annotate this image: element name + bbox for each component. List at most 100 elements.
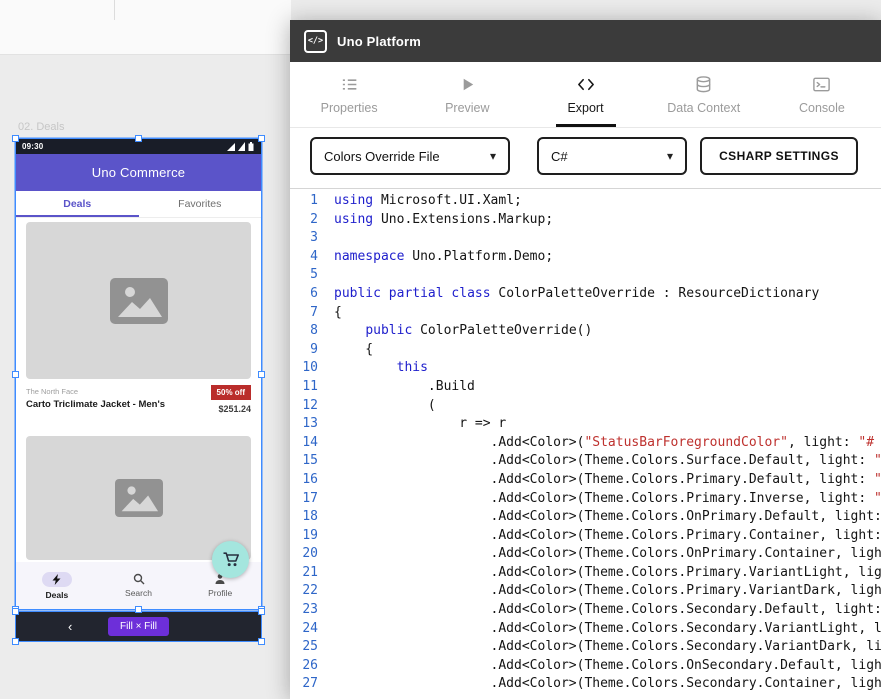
code-line: 25 .Add<Color>(Theme.Colors.Secondary.Va… xyxy=(290,638,881,657)
chevron-down-icon: ▾ xyxy=(667,149,673,163)
play-icon xyxy=(458,75,477,94)
fill-fill-button[interactable]: Fill × Fill xyxy=(108,617,169,636)
app-title: Uno Commerce xyxy=(92,165,185,180)
line-number: 3 xyxy=(290,229,334,248)
code-line: 7{ xyxy=(290,304,881,323)
code-line: 26 .Add<Color>(Theme.Colors.OnSecondary.… xyxy=(290,657,881,676)
code-line: 1using Microsoft.UI.Xaml; xyxy=(290,192,881,211)
line-number: 5 xyxy=(290,266,334,285)
code-line: 2using Uno.Extensions.Markup; xyxy=(290,211,881,230)
selection-handle[interactable] xyxy=(135,135,142,142)
line-number: 17 xyxy=(290,490,334,509)
panel-header: </> Uno Platform xyxy=(290,20,881,62)
tab-properties[interactable]: Properties xyxy=(290,62,408,127)
tab-data-context[interactable]: Data Context xyxy=(645,62,763,127)
cart-fab-button[interactable] xyxy=(212,541,249,578)
selection-handle[interactable] xyxy=(258,608,265,615)
line-number: 7 xyxy=(290,304,334,323)
console-icon xyxy=(812,75,831,94)
selection-handle[interactable] xyxy=(12,638,19,645)
line-number: 18 xyxy=(290,508,334,527)
image-placeholder-icon xyxy=(115,478,163,518)
line-number: 6 xyxy=(290,285,334,304)
tab-console[interactable]: Console xyxy=(763,62,881,127)
artboard-divider xyxy=(114,0,115,20)
line-number: 21 xyxy=(290,564,334,583)
code-line: 8 public ColorPaletteOverride() xyxy=(290,322,881,341)
tab-export[interactable]: Export xyxy=(526,62,644,127)
code-line: 21 .Add<Color>(Theme.Colors.Primary.Vari… xyxy=(290,564,881,583)
line-number: 11 xyxy=(290,378,334,397)
code-line: 10 this xyxy=(290,359,881,378)
active-nav-pill xyxy=(42,572,72,587)
line-number: 15 xyxy=(290,452,334,471)
code-line: 22 .Add<Color>(Theme.Colors.Primary.Vari… xyxy=(290,582,881,601)
code-line: 12 ( xyxy=(290,397,881,416)
code-line: 24 .Add<Color>(Theme.Colors.Secondary.Va… xyxy=(290,620,881,639)
search-icon xyxy=(133,573,145,585)
line-number: 14 xyxy=(290,434,334,453)
discount-badge: 50% off xyxy=(211,385,251,400)
properties-list-icon xyxy=(340,75,359,94)
tab-deals[interactable]: Deals xyxy=(16,191,139,217)
code-line: 17 .Add<Color>(Theme.Colors.Primary.Inve… xyxy=(290,490,881,509)
product-price: $251.24 xyxy=(218,404,251,414)
frame-toolbar: ‹ Fill × Fill xyxy=(16,612,261,641)
nav-item-search[interactable]: Search xyxy=(98,562,180,609)
selection-handle[interactable] xyxy=(258,371,265,378)
selection-handle[interactable] xyxy=(135,606,142,613)
line-number: 8 xyxy=(290,322,334,341)
chevron-down-icon: ▾ xyxy=(490,149,496,163)
code-line: 4namespace Uno.Platform.Demo; xyxy=(290,248,881,267)
selection-handle[interactable] xyxy=(12,608,19,615)
code-line: 23 .Add<Color>(Theme.Colors.Secondary.De… xyxy=(290,601,881,620)
file-type-dropdown[interactable]: Colors Override File ▾ xyxy=(310,137,510,175)
code-logo-icon: </> xyxy=(304,30,327,53)
code-editor[interactable]: 1using Microsoft.UI.Xaml;2using Uno.Exte… xyxy=(290,188,881,699)
tab-preview[interactable]: Preview xyxy=(408,62,526,127)
language-dropdown[interactable]: C# ▾ xyxy=(537,137,687,175)
code-line: 11 .Build xyxy=(290,378,881,397)
status-time: 09:30 xyxy=(22,142,43,151)
selection-handle[interactable] xyxy=(12,135,19,142)
line-number: 10 xyxy=(290,359,334,378)
panel-tab-bar: Properties Preview Export Data Context xyxy=(290,62,881,128)
code-line: 19 .Add<Color>(Theme.Colors.Primary.Cont… xyxy=(290,527,881,546)
product-info[interactable]: The North Face Carto Triclimate Jacket -… xyxy=(26,385,251,431)
code-line: 27 .Add<Color>(Theme.Colors.Secondary.Co… xyxy=(290,675,881,694)
selection-handle[interactable] xyxy=(258,638,265,645)
signal-wifi-battery-icon xyxy=(227,142,255,151)
code-line: 6public partial class ColorPaletteOverri… xyxy=(290,285,881,304)
code-line: 13 r => r xyxy=(290,415,881,434)
line-number: 24 xyxy=(290,620,334,639)
product-image-placeholder[interactable] xyxy=(26,436,251,560)
lightning-icon xyxy=(52,574,61,585)
code-line: 9 { xyxy=(290,341,881,360)
code-brackets-icon xyxy=(576,75,596,94)
line-number: 13 xyxy=(290,415,334,434)
line-number: 9 xyxy=(290,341,334,360)
cart-icon xyxy=(223,552,239,567)
product-image-placeholder[interactable] xyxy=(26,222,251,379)
back-chevron-icon[interactable]: ‹ xyxy=(68,620,72,633)
phone-screen[interactable]: 09:30 Uno Commerce Deals xyxy=(16,139,261,609)
image-placeholder-icon xyxy=(110,278,168,324)
export-toolbar: Colors Override File ▾ C# ▾ CSHARP SETTI… xyxy=(290,128,881,188)
code-line: 16 .Add<Color>(Theme.Colors.Primary.Defa… xyxy=(290,471,881,490)
code-line: 3 xyxy=(290,229,881,248)
csharp-settings-button[interactable]: CSHARP SETTINGS xyxy=(700,137,858,175)
line-number: 20 xyxy=(290,545,334,564)
nav-item-deals[interactable]: Deals xyxy=(16,562,98,609)
line-number: 2 xyxy=(290,211,334,230)
phone-artboard[interactable]: 09:30 Uno Commerce Deals xyxy=(16,139,261,609)
line-number: 4 xyxy=(290,248,334,267)
tab-favorites[interactable]: Favorites xyxy=(139,191,262,217)
selection-handle[interactable] xyxy=(258,135,265,142)
selection-handle[interactable] xyxy=(12,371,19,378)
uno-platform-panel: </> Uno Platform Properties Preview Expo… xyxy=(290,20,881,699)
product-name: Carto Triclimate Jacket - Men's xyxy=(26,399,251,410)
code-line: 15 .Add<Color>(Theme.Colors.Surface.Defa… xyxy=(290,452,881,471)
frame-label[interactable]: 02. Deals xyxy=(18,121,64,133)
panel-title: Uno Platform xyxy=(337,34,421,49)
line-number: 25 xyxy=(290,638,334,657)
